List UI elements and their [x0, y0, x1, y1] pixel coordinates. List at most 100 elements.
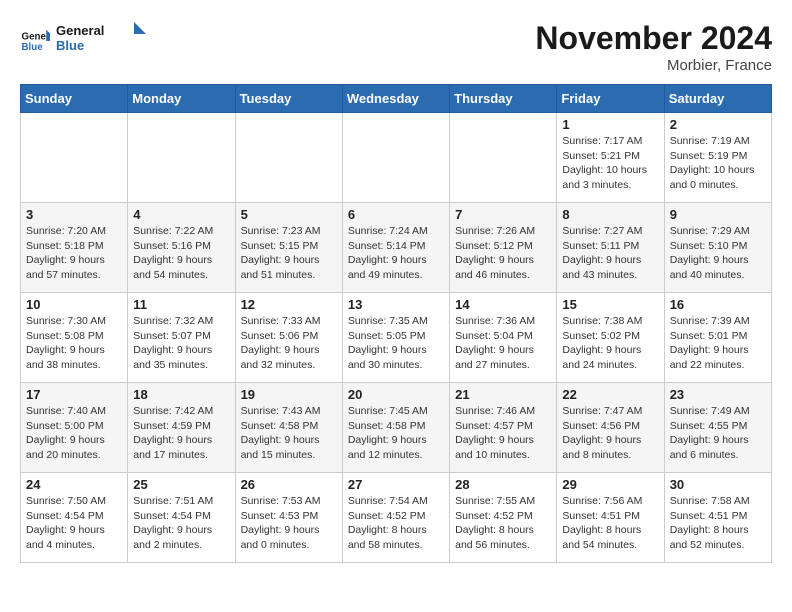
calendar-cell: 1Sunrise: 7:17 AM Sunset: 5:21 PM Daylig…: [557, 113, 664, 203]
day-info: Sunrise: 7:23 AM Sunset: 5:15 PM Dayligh…: [241, 224, 337, 283]
day-number: 15: [562, 297, 658, 312]
calendar-cell: 9Sunrise: 7:29 AM Sunset: 5:10 PM Daylig…: [664, 203, 771, 293]
day-info: Sunrise: 7:33 AM Sunset: 5:06 PM Dayligh…: [241, 314, 337, 373]
day-info: Sunrise: 7:27 AM Sunset: 5:11 PM Dayligh…: [562, 224, 658, 283]
day-info: Sunrise: 7:19 AM Sunset: 5:19 PM Dayligh…: [670, 134, 766, 193]
day-info: Sunrise: 7:24 AM Sunset: 5:14 PM Dayligh…: [348, 224, 444, 283]
day-info: Sunrise: 7:56 AM Sunset: 4:51 PM Dayligh…: [562, 494, 658, 553]
calendar-cell: 30Sunrise: 7:58 AM Sunset: 4:51 PM Dayli…: [664, 473, 771, 563]
day-number: 20: [348, 387, 444, 402]
day-number: 19: [241, 387, 337, 402]
calendar-cell: 29 Sunrise: 7:56 AM Sunset: 4:51 PM Dayli…: [557, 473, 664, 563]
calendar-cell: 17 Sunrise: 7:40 AM Sunset: 5:00 PM Dayli…: [21, 383, 128, 473]
day-number: 13: [348, 297, 444, 312]
day-number: 17: [26, 387, 122, 402]
day-number: 4: [133, 207, 229, 222]
day-number: 12: [241, 297, 337, 312]
calendar-cell: 15 Sunrise: 7:38 AM Sunset: 5:02 PM Dayli…: [557, 293, 664, 383]
calendar-cell: 13Sunrise: 7:35 AM Sunset: 5:05 PM Dayli…: [342, 293, 449, 383]
day-number: 7: [455, 207, 551, 222]
day-number: 21: [455, 387, 551, 402]
day-number: 18: [133, 387, 229, 402]
calendar-cell: [235, 113, 342, 203]
day-info: Sunrise: 7:45 AM Sunset: 4:58 PM Dayligh…: [348, 404, 444, 463]
day-number: 29: [562, 477, 658, 492]
day-info: Sunrise: 7:26 AM Sunset: 5:12 PM Dayligh…: [455, 224, 551, 283]
calendar-table: SundayMondayTuesdayWednesdayThursdayFrid…: [20, 84, 772, 563]
calendar-week-5: 24 Sunrise: 7:50 AM Sunset: 4:54 PM Dayli…: [21, 473, 772, 563]
day-info: Sunrise: 7:58 AM Sunset: 4:51 PM Dayligh…: [670, 494, 766, 553]
day-number: 28: [455, 477, 551, 492]
day-info: Sunrise: 7:32 AM Sunset: 5:07 PM Dayligh…: [133, 314, 229, 373]
day-info: Sunrise: 7:30 AM Sunset: 5:08 PM Dayligh…: [26, 314, 122, 373]
day-number: 5: [241, 207, 337, 222]
day-info: Sunrise: 7:55 AM Sunset: 4:52 PM Dayligh…: [455, 494, 551, 553]
day-number: 2: [670, 117, 766, 132]
weekday-header-thursday: Thursday: [450, 85, 557, 113]
calendar-cell: 23 Sunrise: 7:49 AM Sunset: 4:55 PM Dayli…: [664, 383, 771, 473]
day-info: Sunrise: 7:40 AM Sunset: 5:00 PM Dayligh…: [26, 404, 122, 463]
svg-text:General: General: [22, 31, 51, 42]
day-number: 22: [562, 387, 658, 402]
calendar-cell: 11 Sunrise: 7:32 AM Sunset: 5:07 PM Dayli…: [128, 293, 235, 383]
day-info: Sunrise: 7:53 AM Sunset: 4:53 PM Dayligh…: [241, 494, 337, 553]
weekday-header-tuesday: Tuesday: [235, 85, 342, 113]
calendar-cell: 27Sunrise: 7:54 AM Sunset: 4:52 PM Dayli…: [342, 473, 449, 563]
day-info: Sunrise: 7:49 AM Sunset: 4:55 PM Dayligh…: [670, 404, 766, 463]
day-number: 24: [26, 477, 122, 492]
calendar-cell: 19 Sunrise: 7:43 AM Sunset: 4:58 PM Dayli…: [235, 383, 342, 473]
calendar-cell: [342, 113, 449, 203]
day-info: Sunrise: 7:39 AM Sunset: 5:01 PM Dayligh…: [670, 314, 766, 373]
day-info: Sunrise: 7:38 AM Sunset: 5:02 PM Dayligh…: [562, 314, 658, 373]
weekday-header-saturday: Saturday: [664, 85, 771, 113]
day-number: 8: [562, 207, 658, 222]
calendar-cell: 21Sunrise: 7:46 AM Sunset: 4:57 PM Dayli…: [450, 383, 557, 473]
weekday-header-wednesday: Wednesday: [342, 85, 449, 113]
weekday-header-monday: Monday: [128, 85, 235, 113]
calendar-cell: 24 Sunrise: 7:50 AM Sunset: 4:54 PM Dayli…: [21, 473, 128, 563]
calendar-cell: 3Sunrise: 7:20 AM Sunset: 5:18 PM Daylig…: [21, 203, 128, 293]
calendar-cell: [450, 113, 557, 203]
day-info: Sunrise: 7:43 AM Sunset: 4:58 PM Dayligh…: [241, 404, 337, 463]
day-info: Sunrise: 7:42 AM Sunset: 4:59 PM Dayligh…: [133, 404, 229, 463]
calendar-cell: 6Sunrise: 7:24 AM Sunset: 5:14 PM Daylig…: [342, 203, 449, 293]
calendar-cell: 22Sunrise: 7:47 AM Sunset: 4:56 PM Dayli…: [557, 383, 664, 473]
logo-icon: General Blue: [20, 26, 50, 56]
calendar-cell: 25Sunrise: 7:51 AM Sunset: 4:54 PM Dayli…: [128, 473, 235, 563]
calendar-cell: 8 Sunrise: 7:27 AM Sunset: 5:11 PM Daylig…: [557, 203, 664, 293]
calendar-cell: 12 Sunrise: 7:33 AM Sunset: 5:06 PM Dayli…: [235, 293, 342, 383]
day-number: 16: [670, 297, 766, 312]
day-info: Sunrise: 7:50 AM Sunset: 4:54 PM Dayligh…: [26, 494, 122, 553]
calendar-cell: 26 Sunrise: 7:53 AM Sunset: 4:53 PM Dayli…: [235, 473, 342, 563]
day-info: Sunrise: 7:22 AM Sunset: 5:16 PM Dayligh…: [133, 224, 229, 283]
calendar-cell: 2 Sunrise: 7:19 AM Sunset: 5:19 PM Daylig…: [664, 113, 771, 203]
svg-text:Blue: Blue: [22, 42, 44, 53]
calendar-week-3: 10 Sunrise: 7:30 AM Sunset: 5:08 PM Dayli…: [21, 293, 772, 383]
day-number: 23: [670, 387, 766, 402]
day-number: 26: [241, 477, 337, 492]
day-number: 10: [26, 297, 122, 312]
calendar-cell: 4 Sunrise: 7:22 AM Sunset: 5:16 PM Daylig…: [128, 203, 235, 293]
day-info: Sunrise: 7:36 AM Sunset: 5:04 PM Dayligh…: [455, 314, 551, 373]
day-number: 11: [133, 297, 229, 312]
header: General Blue General Blue November 2024 …: [20, 20, 772, 74]
header-row: SundayMondayTuesdayWednesdayThursdayFrid…: [21, 85, 772, 113]
calendar-cell: 18 Sunrise: 7:42 AM Sunset: 4:59 PM Dayli…: [128, 383, 235, 473]
calendar-cell: 10 Sunrise: 7:30 AM Sunset: 5:08 PM Dayli…: [21, 293, 128, 383]
day-number: 27: [348, 477, 444, 492]
calendar-cell: 14 Sunrise: 7:36 AM Sunset: 5:04 PM Dayli…: [450, 293, 557, 383]
calendar-cell: 16 Sunrise: 7:39 AM Sunset: 5:01 PM Dayli…: [664, 293, 771, 383]
calendar-cell: [21, 113, 128, 203]
day-info: Sunrise: 7:17 AM Sunset: 5:21 PM Dayligh…: [562, 134, 658, 193]
svg-text:General: General: [56, 23, 104, 38]
calendar-cell: 20 Sunrise: 7:45 AM Sunset: 4:58 PM Dayli…: [342, 383, 449, 473]
title-area: November 2024 Morbier, France: [535, 20, 772, 74]
day-number: 14: [455, 297, 551, 312]
day-info: Sunrise: 7:20 AM Sunset: 5:18 PM Dayligh…: [26, 224, 122, 283]
calendar-cell: 7 Sunrise: 7:26 AM Sunset: 5:12 PM Daylig…: [450, 203, 557, 293]
calendar-week-4: 17 Sunrise: 7:40 AM Sunset: 5:00 PM Dayli…: [21, 383, 772, 473]
calendar-cell: 5 Sunrise: 7:23 AM Sunset: 5:15 PM Daylig…: [235, 203, 342, 293]
calendar-week-1: 1Sunrise: 7:17 AM Sunset: 5:21 PM Daylig…: [21, 113, 772, 203]
weekday-header-sunday: Sunday: [21, 85, 128, 113]
location: Morbier, France: [535, 57, 772, 74]
